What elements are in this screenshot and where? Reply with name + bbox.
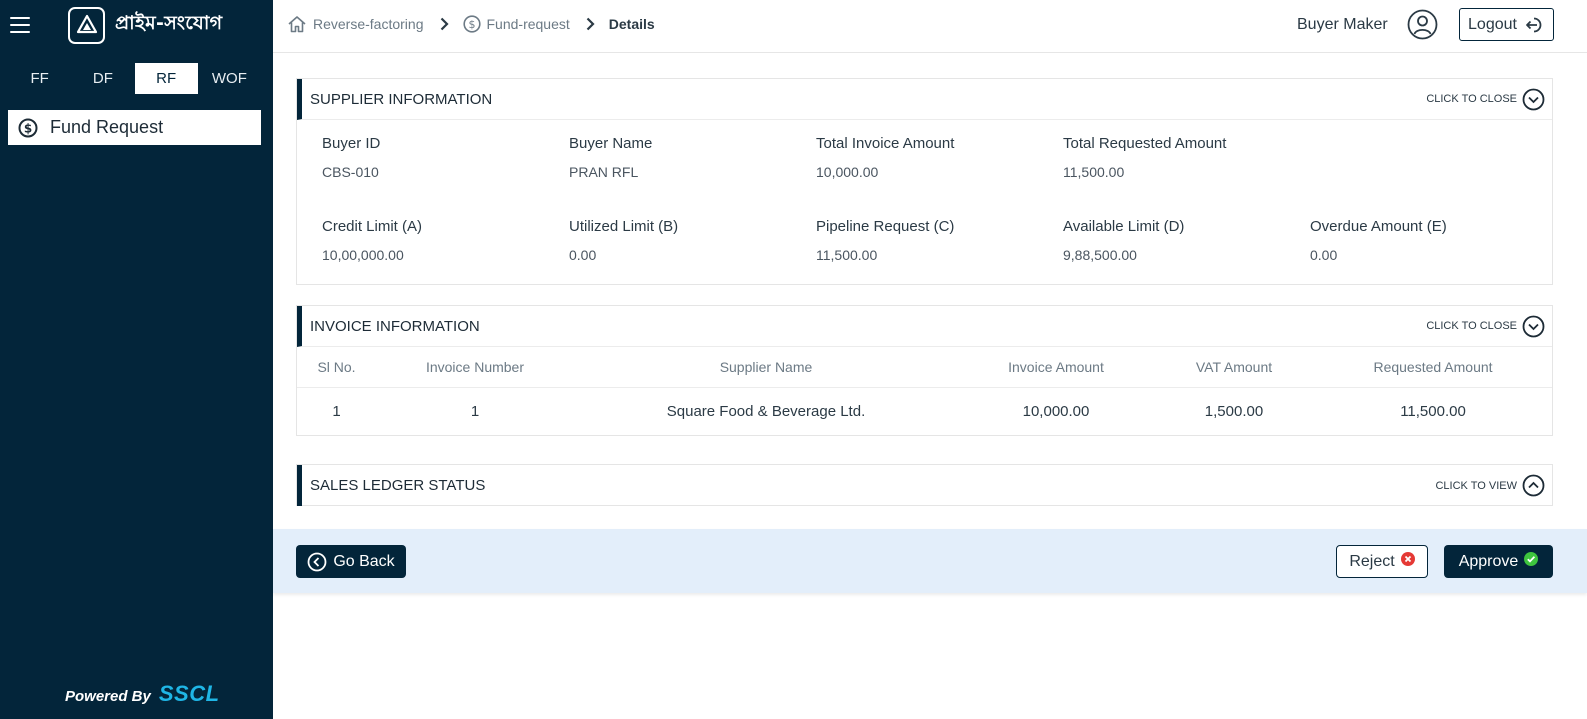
module-switcher: FF DF RF WOF: [8, 63, 261, 94]
user-avatar-icon[interactable]: [1407, 9, 1438, 40]
approve-button[interactable]: Approve: [1444, 545, 1553, 578]
breadcrumb-fund-request[interactable]: $ Fund-request: [462, 15, 570, 33]
field-total-invoice-amount: Total Invoice Amount 10,000.00: [816, 135, 955, 180]
field-overdue-amount: Overdue Amount (E) 0.00: [1310, 218, 1447, 263]
svg-text:$: $: [24, 121, 32, 135]
field-credit-limit: Credit Limit (A) 10,00,000.00: [322, 218, 423, 263]
sales-ledger-status-card: SALES LEDGER STATUS CLICK TO VIEW: [296, 464, 1553, 506]
table-header-row: Sl No. Invoice Number Supplier Name Invo…: [297, 347, 1552, 388]
module-tab-rf[interactable]: RF: [134, 63, 198, 94]
supplier-information-header: SUPPLIER INFORMATION CLICK TO CLOSE: [297, 79, 1552, 120]
empty-cell: [1310, 135, 1557, 218]
field-available-limit: Available Limit (D) 9,88,500.00: [1063, 218, 1185, 263]
breadcrumb: Reverse-factoring $ Fund-request Details: [287, 15, 655, 33]
home-icon: [288, 16, 306, 33]
check-circle-icon: [1524, 551, 1539, 566]
svg-text:$: $: [468, 18, 475, 31]
column-header: Invoice Number: [376, 347, 574, 388]
cell-invoice-amount: 10,000.00: [1022, 402, 1090, 420]
breadcrumb-details: Details: [608, 16, 655, 32]
module-tab-df[interactable]: DF: [71, 63, 134, 94]
field-total-requested-amount: Total Requested Amount 11,500.00: [1063, 135, 1227, 180]
close-circle-icon: [1400, 551, 1415, 566]
invoice-information-toggle[interactable]: CLICK TO CLOSE: [1426, 315, 1545, 338]
supplier-information-toggle[interactable]: CLICK TO CLOSE: [1426, 88, 1545, 111]
sidebar-item-fund-request[interactable]: $ Fund Request: [8, 110, 261, 145]
brand-logo-icon: [68, 6, 105, 44]
cell-vat-amount: 1,500.00: [1204, 402, 1264, 420]
chevron-right-icon: [440, 17, 449, 31]
field-pipeline-request: Pipeline Request (C) 11,500.00: [816, 218, 955, 263]
sidebar: প্রাইম-সংযোগ FF DF RF WOF $ Fund Request…: [0, 0, 273, 719]
sales-ledger-status-toggle[interactable]: CLICK TO VIEW: [1435, 474, 1545, 497]
chevron-down-circle-icon: [1522, 315, 1545, 337]
logout-button[interactable]: Logout: [1459, 8, 1554, 41]
column-header: Requested Amount: [1314, 347, 1552, 388]
field-buyer-name: Buyer Name PRAN RFL: [569, 135, 653, 180]
module-tab-wof[interactable]: WOF: [198, 63, 261, 94]
section-title: INVOICE INFORMATION: [310, 317, 480, 335]
dollar-circle-icon: $: [462, 15, 481, 33]
hamburger-menu-icon[interactable]: [10, 17, 30, 33]
powered-by-brand: SSCL: [158, 681, 220, 706]
powered-by: Powered By SSCL: [65, 681, 220, 707]
supplier-information-card: SUPPLIER INFORMATION CLICK TO CLOSE Buye…: [296, 78, 1553, 285]
breadcrumb-reverse-factoring[interactable]: Reverse-factoring: [287, 15, 424, 33]
table-row: 1 1 Square Food & Beverage Ltd. 10,000.0…: [297, 387, 1552, 435]
powered-by-text: Powered By: [65, 688, 151, 705]
top-header: Reverse-factoring $ Fund-request Details…: [273, 0, 1587, 53]
sales-ledger-status-header: SALES LEDGER STATUS CLICK TO VIEW: [297, 465, 1552, 506]
logout-icon: [1526, 17, 1542, 32]
go-back-button[interactable]: Go Back: [296, 545, 406, 578]
sidebar-header: প্রাইম-সংযোগ: [0, 0, 273, 50]
field-buyer-id: Buyer ID CBS-010: [322, 135, 381, 180]
chevron-down-circle-icon: [1522, 88, 1545, 110]
invoice-table: Sl No. Invoice Number Supplier Name Invo…: [297, 347, 1552, 435]
user-name: Buyer Maker: [1297, 16, 1388, 33]
brand-name: প্রাইম-সংযোগ: [115, 12, 223, 34]
chevron-right-icon: [586, 17, 595, 31]
dollar-circle-icon: $: [18, 118, 38, 137]
column-header: VAT Amount: [1154, 347, 1314, 388]
section-title: SALES LEDGER STATUS: [310, 477, 486, 494]
chevron-up-circle-icon: [1522, 474, 1545, 497]
invoice-information-card: INVOICE INFORMATION CLICK TO CLOSE Sl No…: [296, 305, 1553, 436]
invoice-information-header: INVOICE INFORMATION CLICK TO CLOSE: [297, 306, 1552, 347]
cell-supplier-name: Square Food & Beverage Ltd.: [666, 402, 866, 420]
sidebar-item-label: Fund Request: [50, 117, 164, 137]
column-header: Supplier Name: [574, 347, 958, 388]
chevron-left-circle-icon: [307, 552, 327, 571]
action-bar: Go Back Reject Approve: [273, 529, 1587, 593]
cell-invoice-number: 1: [470, 402, 480, 420]
field-utilized-limit: Utilized Limit (B) 0.00: [569, 218, 679, 263]
column-header: Sl No.: [297, 347, 376, 388]
cell-sl-no: 1: [332, 402, 341, 420]
module-tab-ff[interactable]: FF: [8, 63, 71, 94]
reject-button[interactable]: Reject: [1336, 545, 1428, 578]
column-header: Invoice Amount: [958, 347, 1154, 388]
supplier-info-grid: Buyer ID CBS-010 Buyer Name PRAN RFL Tot…: [297, 120, 1552, 301]
cell-requested-amount: 11,500.00: [1400, 402, 1466, 420]
section-title: SUPPLIER INFORMATION: [310, 90, 493, 108]
